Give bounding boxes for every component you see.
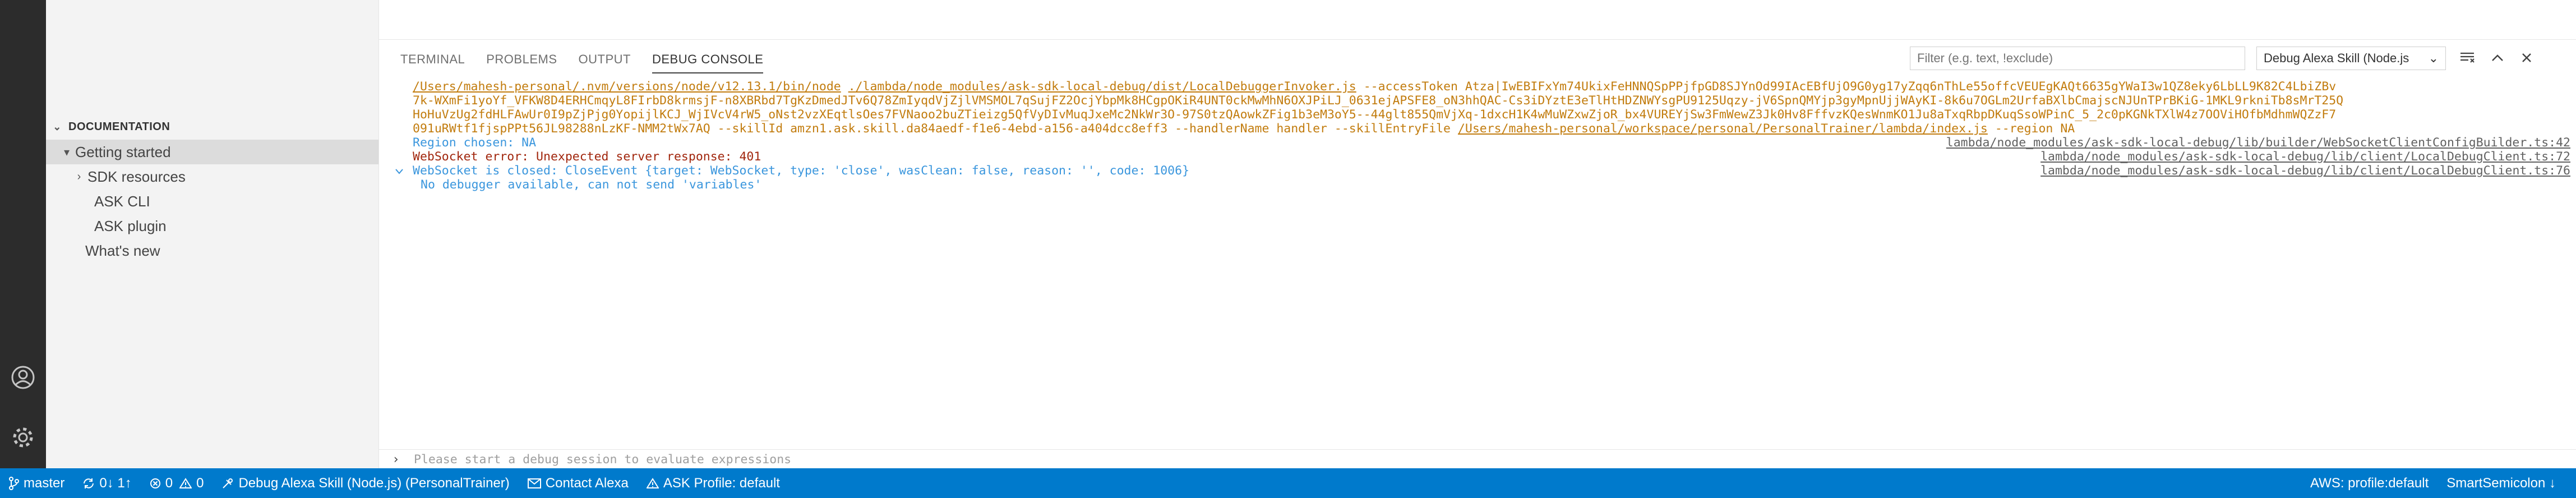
console-line: 7k-WXmFi1yoYf_VFKW8D4ERHCmqyL8FIrbD8krms… — [413, 94, 2344, 108]
status-bar: master 0↓ 1↑ 0 0 Debug Alexa Skill (Node… — [0, 468, 2576, 498]
mail-icon — [527, 478, 541, 488]
debug-console-output: /Users/mahesh-personal/.nvm/versions/nod… — [379, 79, 2576, 449]
source-link[interactable]: lambda/node_modules/ask-sdk-local-debug/… — [1946, 136, 2570, 150]
console-line: WebSocket error: Unexpected server respo… — [413, 150, 761, 164]
console-link[interactable]: /Users/mahesh-personal/workspace/persona… — [1458, 122, 1988, 136]
ask-profile-status[interactable]: ASK Profile: default — [638, 468, 789, 498]
filter-input[interactable] — [1910, 47, 2245, 70]
console-text: --accessToken Atza|IwEBIFxYm74UkixFeHNNQ… — [1356, 80, 2337, 94]
error-icon — [150, 478, 160, 488]
problems-status[interactable]: 0 0 — [141, 468, 213, 498]
gear-icon[interactable] — [7, 422, 39, 453]
bottom-panel: TERMINAL PROBLEMS OUTPUT DEBUG CONSOLE D… — [379, 39, 2576, 469]
error-count: 0 — [165, 475, 173, 491]
chevron-right-icon: › — [392, 453, 400, 467]
chevron-down-icon: ⌄ — [2428, 51, 2439, 65]
console-link[interactable]: ./lambda/node_modules/ask-sdk-local-debu… — [848, 80, 1356, 94]
tree-item-label: ASK CLI — [94, 192, 150, 210]
console-line: No debugger available, can not send 'var… — [421, 178, 762, 192]
sidebar: ⌄ DOCUMENTATION ▾ Getting started › SDK … — [46, 0, 379, 468]
tree-item-label: SDK resources — [87, 168, 186, 185]
ask-profile-label: ASK Profile: default — [663, 475, 780, 491]
contact-alexa-status[interactable]: Contact Alexa — [519, 468, 638, 498]
console-text: --region NA — [1987, 122, 2075, 136]
tab-debug-console[interactable]: DEBUG CONSOLE — [652, 40, 764, 79]
chevron-down-icon: ⌄ — [53, 121, 62, 132]
tree-item-sdk-resources[interactable]: › SDK resources — [46, 164, 378, 189]
repl-input-row: › — [379, 449, 2576, 469]
status-bar-right: AWS: profile:default SmartSemicolon ↓ — [2301, 468, 2565, 498]
debug-session-label: Debug Alexa Skill (Node.js) (PersonalTra… — [238, 475, 510, 491]
console-link[interactable]: /Users/mahesh-personal/.nvm/versions/nod… — [413, 80, 841, 94]
sync-icon — [84, 478, 94, 488]
branch-name: master — [24, 475, 65, 491]
console-line: 091uRWtf1fjspPPt56JL98288nLzKF-NMM2tWx7A… — [413, 122, 2075, 136]
panel-tabs: TERMINAL PROBLEMS OUTPUT DEBUG CONSOLE — [379, 40, 764, 79]
tab-problems[interactable]: PROBLEMS — [486, 40, 557, 79]
debug-icon — [223, 478, 233, 488]
console-line[interactable]: WebSocket is closed: CloseEvent {target:… — [413, 164, 1189, 178]
branch-status[interactable]: master — [0, 468, 73, 498]
smart-semicolon-status[interactable]: SmartSemicolon ↓ — [2437, 468, 2565, 498]
repl-input[interactable] — [413, 452, 2576, 467]
console-line: HoHuVzUg2fdHLFAwUr0I9pZjPjg0YopijlKCJ_Wj… — [413, 108, 2337, 122]
account-icon[interactable] — [7, 362, 39, 393]
section-title: DOCUMENTATION — [68, 120, 170, 133]
tab-output[interactable]: OUTPUT — [579, 40, 631, 79]
chevron-up-icon[interactable] — [2487, 48, 2508, 68]
git-branch-icon — [9, 476, 19, 490]
tree-item-getting-started[interactable]: ▾ Getting started — [46, 140, 378, 164]
documentation-section-header[interactable]: ⌄ DOCUMENTATION — [46, 118, 378, 136]
tree-item-whats-new[interactable]: What's new — [46, 238, 378, 263]
debug-session-status[interactable]: Debug Alexa Skill (Node.js) (PersonalTra… — [213, 468, 518, 498]
chevron-down-icon: ▾ — [63, 146, 70, 159]
sync-counts: 0↓ 1↑ — [99, 475, 132, 491]
tree-item-ask-plugin[interactable]: ASK plugin — [46, 214, 378, 238]
clear-console-icon[interactable] — [2457, 48, 2477, 68]
tree-item-ask-cli[interactable]: ASK CLI — [46, 189, 378, 214]
console-text: 091uRWtf1fjspPPt56JL98288nLzKF-NMM2tWx7A… — [413, 122, 1458, 136]
tab-terminal[interactable]: TERMINAL — [400, 40, 465, 79]
warning-count: 0 — [196, 475, 204, 491]
close-icon[interactable] — [2517, 48, 2537, 68]
debug-config-label: Debug Alexa Skill (Node.js — [2264, 51, 2409, 65]
console-line: Region chosen: NA — [413, 136, 537, 150]
warning-icon — [179, 477, 192, 488]
debug-config-select[interactable]: Debug Alexa Skill (Node.js ⌄ — [2256, 47, 2446, 70]
activity-bar — [0, 0, 46, 468]
sync-status[interactable]: 0↓ 1↑ — [73, 468, 140, 498]
tree-item-label: What's new — [85, 242, 160, 259]
source-link[interactable]: lambda/node_modules/ask-sdk-local-debug/… — [2041, 164, 2570, 178]
tree-item-label: Getting started — [75, 143, 171, 160]
tree-item-label: ASK plugin — [94, 217, 167, 234]
aws-profile-status[interactable]: AWS: profile:default — [2301, 468, 2437, 498]
chevron-right-icon: › — [77, 170, 81, 183]
console-line: /Users/mahesh-personal/.nvm/versions/nod… — [413, 80, 2336, 94]
warning-icon — [646, 477, 659, 488]
expand-chevron-icon[interactable] — [395, 165, 404, 179]
contact-label: Contact Alexa — [545, 475, 629, 491]
source-link[interactable]: lambda/node_modules/ask-sdk-local-debug/… — [2041, 150, 2570, 164]
